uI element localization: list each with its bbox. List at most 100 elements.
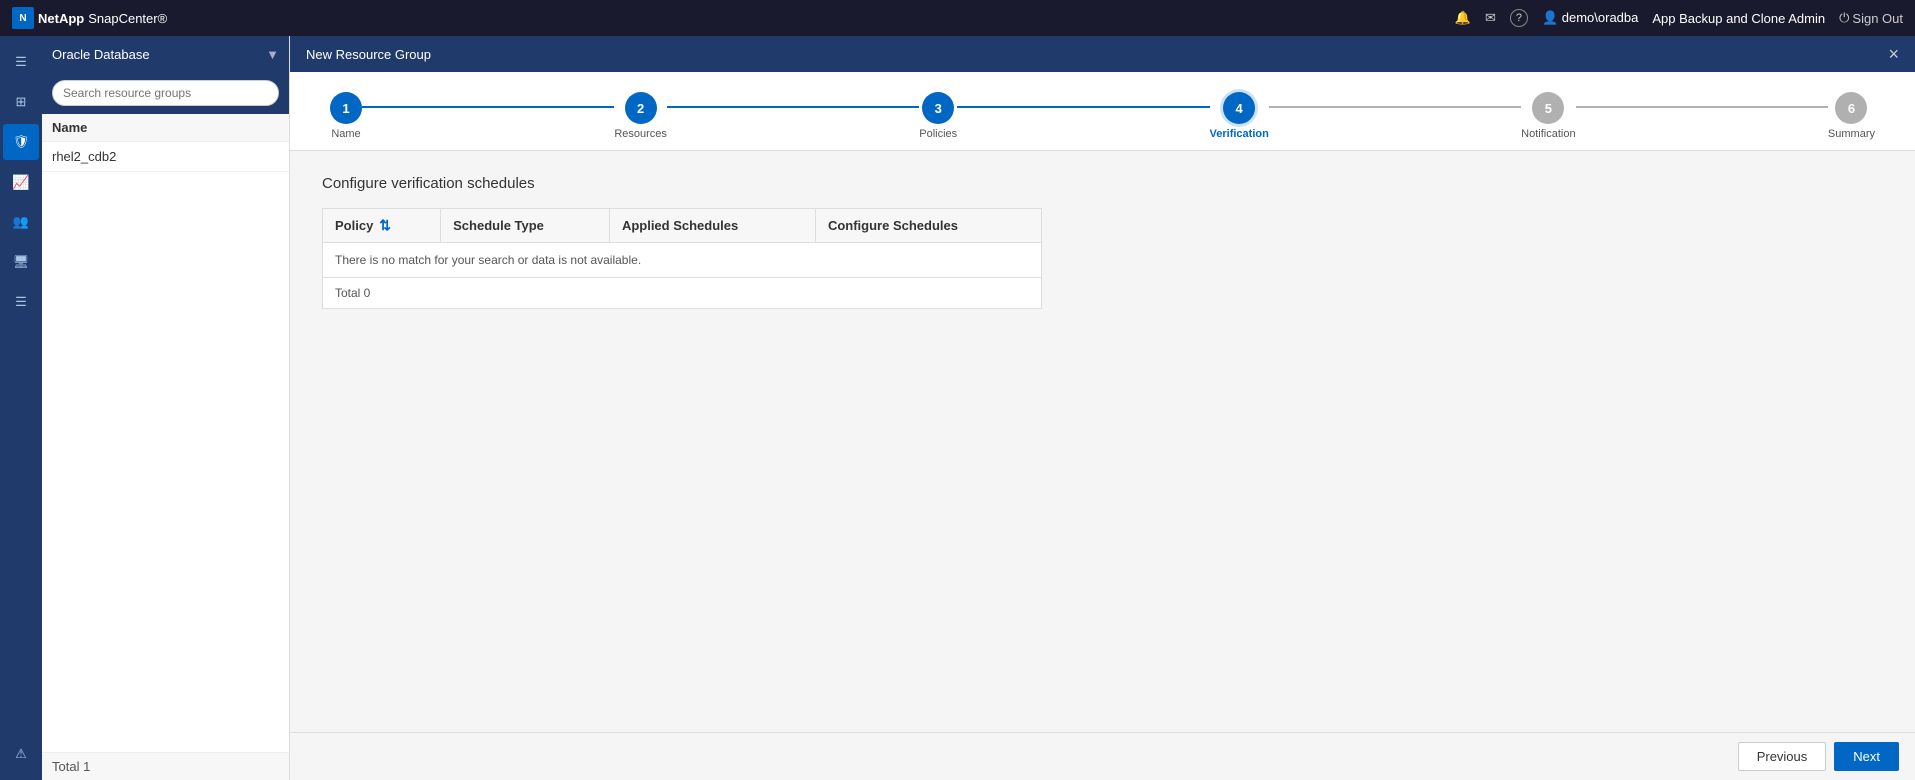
- step-line-5: [1576, 106, 1828, 108]
- wizard-steps: 1 Name 2 Resources 3: [290, 72, 1915, 151]
- step-3: 3 Policies: [919, 92, 957, 140]
- step-2-number: 2: [637, 101, 644, 116]
- step-5-circle: 5: [1532, 92, 1564, 124]
- sidebar-item-rhel2[interactable]: rhel2_cdb2: [42, 142, 289, 172]
- col-schedule-type-label: Schedule Type: [453, 218, 544, 233]
- help-icon[interactable]: ?: [1510, 9, 1528, 27]
- step-2: 2 Resources: [614, 92, 667, 140]
- icon-sidebar: ☰ ⊞ 🛡 📈 👥 🖥 ☰ ⚠: [0, 36, 42, 780]
- top-navbar: N NetApp SnapCenter® 🔔 ✉ ? 👤 demo\oradba…: [0, 0, 1915, 36]
- sort-icon[interactable]: ⇅: [379, 217, 391, 234]
- step-4: 4 Verification: [1210, 92, 1269, 140]
- content-title: New Resource Group: [306, 47, 431, 62]
- main-content: New Resource Group × 1 Name 2: [290, 36, 1915, 780]
- step-line-2: [667, 106, 919, 108]
- sidebar-icon-chart[interactable]: 📈: [3, 164, 39, 200]
- step-3-number: 3: [935, 101, 942, 116]
- signout-button[interactable]: ⏻ Sign Out: [1839, 10, 1903, 26]
- step-5: 5 Notification: [1521, 92, 1575, 140]
- step-2-circle: 2: [625, 92, 657, 124]
- app-role: App Backup and Clone Admin: [1652, 11, 1825, 26]
- navbar-right: 🔔 ✉ ? 👤 demo\oradba App Backup and Clone…: [1455, 9, 1903, 27]
- step-3-circle: 3: [922, 92, 954, 124]
- sidebar-icon-list[interactable]: ☰: [3, 284, 39, 320]
- navbar-left: N NetApp SnapCenter®: [12, 7, 167, 29]
- step-1-circle: 1: [330, 92, 362, 124]
- sidebar-item-label: rhel2_cdb2: [52, 149, 116, 164]
- step-line-3: [957, 106, 1209, 108]
- search-input[interactable]: [52, 80, 279, 106]
- sidebar-name-column: Name: [52, 120, 87, 135]
- bottom-bar: Previous Next: [290, 732, 1915, 780]
- sidebar-icon-shield[interactable]: 🛡: [3, 124, 39, 160]
- sidebar-icon-warning[interactable]: ⚠: [3, 736, 39, 772]
- close-button[interactable]: ×: [1888, 44, 1899, 65]
- main-layout: ☰ ⊞ 🛡 📈 👥 🖥 ☰ ⚠ Oracle Database ▼: [0, 36, 1915, 780]
- step-4-number: 4: [1236, 101, 1243, 116]
- col-configure-schedules-label: Configure Schedules: [828, 218, 958, 233]
- app-name: SnapCenter®: [88, 11, 167, 26]
- netapp-icon: N: [12, 7, 34, 29]
- sidebar-icon-users[interactable]: 👥: [3, 204, 39, 240]
- sidebar-icon-apps[interactable]: ⊞: [3, 84, 39, 120]
- steps-row: 1 Name 2 Resources 3: [330, 92, 1875, 140]
- user-icon: 👤: [1542, 10, 1558, 25]
- step-line-1: [362, 106, 614, 108]
- step-1: 1 Name: [330, 92, 362, 140]
- col-policy-label: Policy: [335, 218, 373, 233]
- module-dropdown-icon[interactable]: ▼: [266, 47, 279, 62]
- table-footer: Total 0: [322, 278, 1042, 309]
- step-3-label: Policies: [919, 128, 957, 140]
- step-6-circle: 6: [1835, 92, 1867, 124]
- sidebar-icon-server[interactable]: 🖥: [3, 244, 39, 280]
- step-4-circle: 4: [1223, 92, 1255, 124]
- panel-sidebar-header: Oracle Database ▼: [42, 36, 289, 72]
- step-4-label: Verification: [1210, 128, 1269, 140]
- panel-sidebar: Oracle Database ▼ Name rhel2_cdb2 Total …: [42, 36, 290, 780]
- col-policy: Policy ⇅: [323, 209, 441, 243]
- server-icon: 🖥: [13, 254, 30, 270]
- previous-button[interactable]: Previous: [1738, 742, 1827, 771]
- col-configure-schedules: Configure Schedules: [815, 209, 1041, 243]
- section-title: Configure verification schedules: [322, 175, 1883, 192]
- no-data-message: There is no match for your search or dat…: [323, 243, 1042, 278]
- next-button[interactable]: Next: [1834, 742, 1899, 771]
- username: demo\oradba: [1562, 10, 1639, 25]
- sidebar-footer: Total 1: [42, 752, 289, 780]
- step-6-number: 6: [1848, 101, 1855, 116]
- netapp-logo: N NetApp SnapCenter®: [12, 7, 167, 29]
- signout-icon: ⏻: [1839, 10, 1849, 26]
- step-6-label: Summary: [1828, 128, 1875, 140]
- sidebar-total: Total 1: [52, 759, 90, 774]
- col-applied-schedules: Applied Schedules: [609, 209, 815, 243]
- col-schedule-type: Schedule Type: [441, 209, 610, 243]
- content-body: Configure verification schedules Policy …: [290, 151, 1915, 732]
- panel-sidebar-search: [42, 72, 289, 114]
- step-2-label: Resources: [614, 128, 667, 140]
- sidebar-table-header: Name: [42, 114, 289, 142]
- bell-icon[interactable]: 🔔: [1455, 10, 1471, 26]
- content-header: New Resource Group ×: [290, 36, 1915, 72]
- shield-icon: 🛡: [13, 134, 30, 150]
- step-1-number: 1: [342, 101, 349, 116]
- menu-icon: ☰: [15, 54, 27, 70]
- warning-icon: ⚠: [15, 746, 27, 762]
- signout-label: Sign Out: [1852, 11, 1903, 26]
- col-applied-schedules-label: Applied Schedules: [622, 218, 738, 233]
- users-icon: 👥: [13, 214, 29, 230]
- sidebar-icon-menu[interactable]: ☰: [3, 44, 39, 80]
- no-data-row: There is no match for your search or dat…: [323, 243, 1042, 278]
- step-6: 6 Summary: [1828, 92, 1875, 140]
- list-icon: ☰: [15, 294, 27, 310]
- step-5-number: 5: [1545, 101, 1552, 116]
- brand-name: NetApp: [38, 11, 84, 26]
- module-title: Oracle Database: [52, 47, 150, 62]
- verification-table: Policy ⇅ Schedule Type Applied Schedules…: [322, 208, 1042, 278]
- mail-icon[interactable]: ✉: [1485, 10, 1496, 26]
- step-5-label: Notification: [1521, 128, 1575, 140]
- step-1-label: Name: [331, 128, 360, 140]
- apps-icon: ⊞: [16, 94, 27, 110]
- step-line-4: [1269, 106, 1521, 108]
- user-info: 👤 demo\oradba: [1542, 10, 1638, 26]
- chart-icon: 📈: [12, 174, 29, 191]
